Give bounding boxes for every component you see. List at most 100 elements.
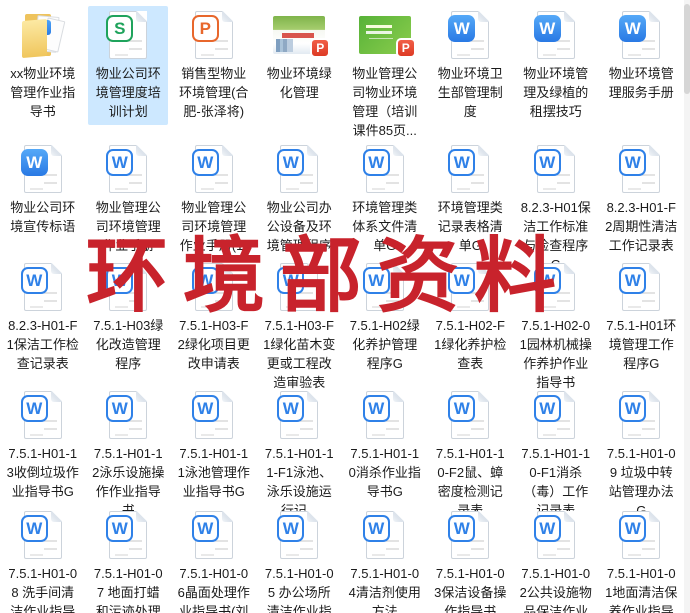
file-item-body[interactable]: W 7.5.1-H01-11泳池管理作业指导书G [174, 386, 254, 505]
file-item[interactable]: W 7.5.1-H02-F1绿化养护检查表 [428, 258, 514, 386]
file-item-body[interactable]: W 物业公司环境宣传标语 [3, 140, 83, 240]
file-item[interactable]: W 7.5.1-H01-01地面清洁保养作业指导书 [599, 506, 685, 613]
file-item-body[interactable]: W7.5.1-H01-09 垃圾中转站管理办法G [601, 386, 681, 524]
scrollbar[interactable] [684, 0, 690, 613]
file-item-body[interactable]: W7.5.1-H01-10-F2鼠、蟑密度检测记录表 [430, 386, 510, 524]
file-item[interactable]: W 7.5.1-H01-11泳池管理作业指导书G [171, 386, 257, 506]
file-item-body[interactable]: W 7.5.1-H01-10消杀作业指导书G [345, 386, 425, 505]
file-item-body[interactable]: W 7.5.1-H02-01园林机械操作养护作业指导书 [516, 258, 596, 396]
file-item[interactable]: W 7.5.1-H03-F1绿化苗木变更或工程改造审验表 [257, 258, 343, 390]
page-fold-corner [649, 511, 661, 522]
page-fold-corner [563, 391, 575, 402]
file-item-body[interactable]: W 7.5.1-H02-F1绿化养护检查表 [430, 258, 510, 377]
file-item-body[interactable]: Nxx物业环境管理作业指导书 [3, 6, 83, 125]
file-item[interactable]: W 物业环境管理服务手册 [599, 6, 685, 140]
file-item-body[interactable]: W 物业环境管理服务手册 [601, 6, 681, 106]
file-item-body[interactable]: W 8.2.3-H01-F1保洁工作检查记录表 [3, 258, 83, 377]
file-item[interactable]: P 销售型物业环境管理(合肥-张泽将) [171, 6, 257, 140]
page-fold-corner [649, 145, 661, 156]
file-item[interactable]: W 环境管理类体系文件清单G [342, 140, 428, 258]
file-item[interactable]: W 物业环境卫生部管理制度 [428, 6, 514, 140]
page-fold-corner [478, 11, 490, 22]
file-item[interactable]: W 物业环境管理及绿植的租摆技巧 [513, 6, 599, 140]
file-item-body[interactable]: W 7.5.1-H01-13收倒垃圾作业指导书G [3, 386, 83, 505]
file-item[interactable]: W 7.5.1-H03绿化改造管理程序 [86, 258, 172, 386]
file-item[interactable]: P 物业环境绿化管理 [257, 6, 343, 140]
file-item-body[interactable]: W 7.5.1-H03-F1绿化苗木变更或工程改造审验表 [259, 258, 339, 396]
file-item-body[interactable]: W 环境管理类记录表格清单G [430, 140, 510, 259]
file-item[interactable]: W 7.5.1-H03-F2绿化项目更改申请表 [171, 258, 257, 386]
word-document-icon: W [106, 395, 134, 422]
word-document-icon: W [191, 395, 219, 422]
file-item[interactable]: W 物业公司环境宣传标语 [0, 140, 86, 258]
document-page: W [106, 145, 148, 193]
file-item[interactable]: W 环境管理类记录表格清单G [428, 140, 514, 258]
file-item-body[interactable]: W 7.5.1-H03绿化改造管理程序 [88, 258, 168, 377]
file-item[interactable]: W 8.2.3-H01-F2周期性清洁工作记录表 [599, 140, 685, 258]
page-fold-corner [392, 263, 404, 274]
file-item[interactable]: W 7.5.1-H01-02公共设施物品保洁作业指导书 [513, 506, 599, 613]
file-icon: W [619, 261, 661, 313]
file-item-body[interactable]: P 物业管理公司物业环境管理（培训课件85页... [345, 6, 425, 144]
page-fold-corner [307, 391, 319, 402]
file-item-body[interactable]: W 7.5.1-H02绿化养护管理程序G [345, 258, 425, 377]
file-item[interactable]: P 物业管理公司物业环境管理（培训课件85页... [342, 6, 428, 140]
file-item[interactable]: W7.5.1-H01-11-F1泳池、泳乐设施运行记... [257, 386, 343, 518]
file-item-body[interactable]: W 物业管理公司环境管理作业手册(1) [174, 140, 254, 259]
file-item-body[interactable]: W 7.5.1-H01-04清洁剂使用方法 [345, 506, 425, 613]
file-icon: W [448, 389, 490, 441]
document-page: W [20, 263, 62, 311]
file-item-body[interactable]: W 7.5.1-H01-05 办公场所清洁作业指导书 [259, 506, 339, 613]
file-item-body[interactable]: W7.5.1-H01-11-F1泳池、泳乐设施运行记... [259, 386, 339, 524]
file-item[interactable]: W 8.2.3-H01-F1保洁工作检查记录表 [0, 258, 86, 386]
file-item-body[interactable]: W 7.5.1-H01环境管理工作程序G [601, 258, 681, 377]
file-item-body[interactable]: W 物业环境卫生部管理制度 [430, 6, 510, 125]
file-item-body[interactable]: P 物业环境绿化管理 [259, 6, 339, 106]
file-item-body[interactable]: W 物业公司办公设备及环境管理程序 [259, 140, 339, 259]
file-item[interactable]: W 7.5.1-H02绿化养护管理程序G [342, 258, 428, 386]
file-item[interactable]: W 7.5.1-H01-07 地面打蜡和污迹处理作业指... [86, 506, 172, 613]
file-item[interactable]: Nxx物业环境管理作业指导书 [0, 6, 86, 140]
file-item[interactable]: W 物业管理公司环境管理作业手册 [86, 140, 172, 258]
document-page: W [191, 511, 233, 559]
file-item[interactable]: W 7.5.1-H01环境管理工作程序G [599, 258, 685, 386]
file-item-body[interactable]: W 7.5.1-H01-08 洗手间清洁作业指导书G [3, 506, 83, 613]
file-item[interactable]: W7.5.1-H01-10-F1消杀（毒）工作记录表 [513, 386, 599, 518]
file-item-body[interactable]: W 7.5.1-H03-F2绿化项目更改申请表 [174, 258, 254, 377]
file-item-body[interactable]: W 7.5.1-H01-01地面清洁保养作业指导书 [601, 506, 681, 613]
file-item[interactable]: W7.5.1-H01-12泳乐设施操作作业指导书 [86, 386, 172, 518]
file-item[interactable]: W7.5.1-H01-10-F2鼠、蟑密度检测记录表 [428, 386, 514, 518]
file-icon: W [191, 509, 233, 561]
file-item-body[interactable]: W 7.5.1-H01-06晶面处理作业指导书(刘忠生) [174, 506, 254, 613]
presentation-thumbnail-icon: P [358, 16, 416, 58]
file-item[interactable]: W8.2.3-H01保洁工作标准与检查程序G [513, 140, 599, 272]
page-fold-corner [563, 145, 575, 156]
file-item[interactable]: W 7.5.1-H02-01园林机械操作养护作业指导书 [513, 258, 599, 390]
word-document-icon: W [20, 267, 48, 294]
scrollbar-thumb[interactable] [684, 4, 690, 94]
file-item-body[interactable]: W 物业环境管理及绿植的租摆技巧 [516, 6, 596, 125]
file-item-body[interactable]: W 8.2.3-H01-F2周期性清洁工作记录表 [601, 140, 681, 259]
file-item[interactable]: W 物业管理公司环境管理作业手册(1) [171, 140, 257, 258]
file-item[interactable]: W 7.5.1-H01-13收倒垃圾作业指导书G [0, 386, 86, 506]
page-text-lines [129, 420, 143, 422]
file-item-body[interactable]: W 7.5.1-H01-02公共设施物品保洁作业指导书 [516, 506, 596, 613]
file-item-body[interactable]: W 环境管理类体系文件清单G [345, 140, 425, 259]
file-item[interactable]: W 7.5.1-H01-08 洗手间清洁作业指导书G [0, 506, 86, 613]
file-item[interactable]: W 7.5.1-H01-06晶面处理作业指导书(刘忠生) [171, 506, 257, 613]
file-item[interactable]: S 物业公司环境管理度培训计划 [86, 6, 172, 140]
file-item-body[interactable]: W 7.5.1-H01-03保洁设备操作指导书 [430, 506, 510, 613]
file-item[interactable]: W 物业公司办公设备及环境管理程序 [257, 140, 343, 258]
file-item-body[interactable]: W 7.5.1-H01-07 地面打蜡和污迹处理作业指... [88, 506, 168, 613]
file-item[interactable]: W 7.5.1-H01-04清洁剂使用方法 [342, 506, 428, 613]
file-item-body[interactable]: W7.5.1-H01-12泳乐设施操作作业指导书 [88, 386, 168, 524]
file-item[interactable]: W 7.5.1-H01-05 办公场所清洁作业指导书 [257, 506, 343, 613]
page-fold-corner [563, 11, 575, 22]
file-item-selected[interactable]: S 物业公司环境管理度培训计划 [88, 6, 169, 125]
file-item[interactable]: W 7.5.1-H01-03保洁设备操作指导书 [428, 506, 514, 613]
file-item[interactable]: W7.5.1-H01-09 垃圾中转站管理办法G [599, 386, 685, 518]
file-item[interactable]: W 7.5.1-H01-10消杀作业指导书G [342, 386, 428, 506]
file-item-body[interactable]: P 销售型物业环境管理(合肥-张泽将) [174, 6, 254, 125]
file-item-body[interactable]: W 物业管理公司环境管理作业手册 [88, 140, 168, 259]
file-item-body[interactable]: W7.5.1-H01-10-F1消杀（毒）工作记录表 [516, 386, 596, 524]
